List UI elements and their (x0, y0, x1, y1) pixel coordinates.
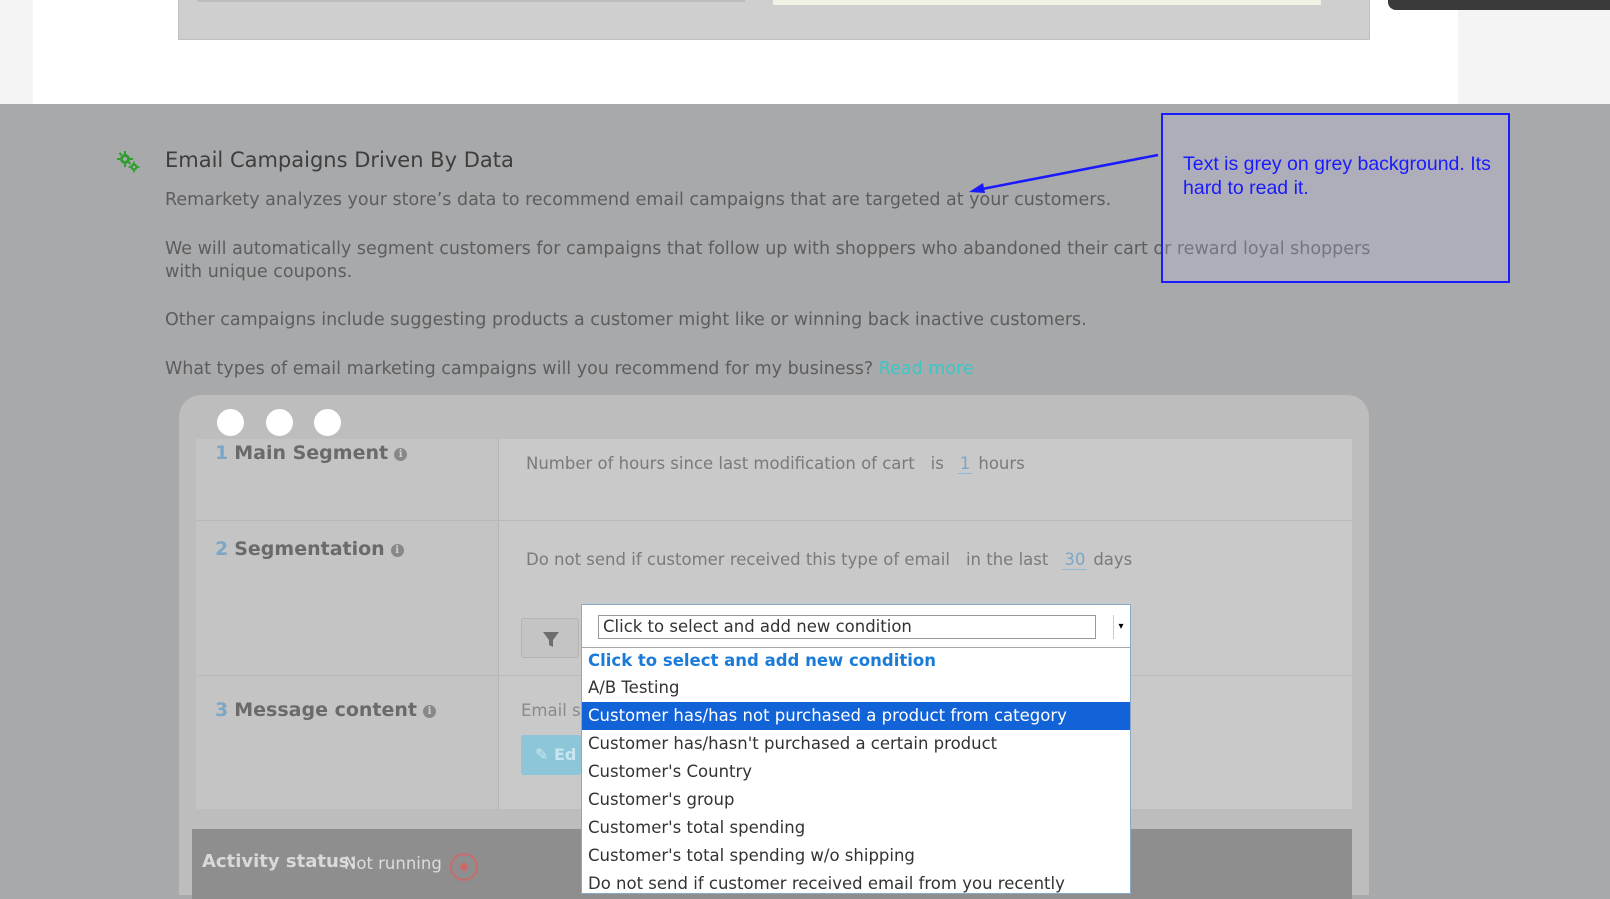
main-segment-condition: Number of hours since last modification … (526, 454, 1025, 474)
window-dot (217, 409, 244, 436)
step-number: 1 (215, 442, 229, 464)
edit-icon: ✎ (535, 745, 549, 764)
activity-status-value: Not running (344, 854, 442, 873)
window-dot (314, 409, 341, 436)
segmentation-condition: Do not send if customer received this ty… (526, 550, 1133, 570)
feature-paragraph-3: Other campaigns include suggesting produ… (165, 310, 1087, 330)
step-label: Message content (234, 699, 417, 721)
dropdown-option-highlighted[interactable]: Customer has/has not purchased a product… (582, 702, 1130, 730)
dropdown-option[interactable]: Customer's group (582, 786, 1130, 814)
gears-icon (117, 151, 140, 173)
activity-toggle-icon[interactable] (450, 853, 478, 881)
frame-inner-right (773, 0, 1321, 5)
annotation-text: Text is grey on grey background. Its har… (1183, 153, 1491, 199)
condition-select-input[interactable]: Click to select and add new condition (598, 615, 1096, 639)
dropdown-option[interactable]: Do not send if customer received email f… (582, 870, 1130, 898)
step-segmentation: 2 Segmentation i (215, 538, 404, 560)
dropdown-option[interactable]: Customer's total spending w/o shipping (582, 842, 1130, 870)
step-number: 3 (215, 699, 229, 721)
step-label: Segmentation (234, 538, 385, 560)
frame-inner-left (197, 0, 745, 2)
filter-button[interactable] (521, 618, 579, 658)
dropdown-options: Click to select and add new condition A/… (582, 647, 1130, 898)
condition-value[interactable]: 30 (1062, 550, 1088, 570)
feature-paragraph-4: What types of email marketing campaigns … (165, 358, 1395, 381)
read-more-link[interactable]: Read more (879, 359, 974, 379)
dropdown-option[interactable]: Click to select and add new condition (582, 647, 1130, 674)
condition-operator: is (930, 454, 944, 473)
step-number: 2 (215, 538, 229, 560)
steps-column (196, 439, 499, 809)
condition-text: Do not send if customer received this ty… (526, 550, 950, 569)
condition-operator: in the last (965, 550, 1049, 569)
condition-unit: days (1093, 550, 1133, 569)
dropdown-option[interactable]: Customer has/hasn't purchased a certain … (582, 730, 1130, 758)
condition-value[interactable]: 1 (957, 454, 973, 474)
condition-unit: hours (978, 454, 1025, 473)
step-main-segment: 1 Main Segment i (215, 442, 408, 464)
edit-email-button[interactable]: ✎ Ed (521, 735, 581, 775)
window-dot (266, 409, 293, 436)
step-message-content: 3 Message content i (215, 699, 436, 721)
dropdown-option[interactable]: A/B Testing (582, 674, 1130, 702)
info-icon: i (394, 448, 408, 461)
dropdown-option[interactable]: Customer's Country (582, 758, 1130, 786)
row-divider (196, 520, 1352, 521)
email-subject-label: Email st (521, 701, 588, 720)
info-icon: i (390, 544, 404, 557)
condition-dropdown[interactable]: Click to select and add new condition ▾ … (581, 604, 1131, 894)
dropdown-option[interactable]: Customer's total spending (582, 814, 1130, 842)
step-label: Main Segment (234, 442, 389, 464)
chevron-down-icon[interactable]: ▾ (1113, 615, 1128, 639)
condition-text: Number of hours since last modification … (526, 454, 915, 473)
feature-title: Email Campaigns Driven By Data (165, 148, 514, 172)
activity-status-label: Activity status: (202, 851, 357, 872)
edit-label: Ed (553, 745, 577, 764)
annotation-arrow-icon (969, 153, 1159, 193)
dropdown-header: Click to select and add new condition ▾ (582, 605, 1130, 648)
dark-tab (1388, 0, 1610, 10)
filter-icon (543, 632, 559, 647)
feature-question: What types of email marketing campaigns … (165, 359, 874, 379)
info-icon: i (423, 705, 436, 718)
previous-screenshot-frame (178, 0, 1370, 40)
